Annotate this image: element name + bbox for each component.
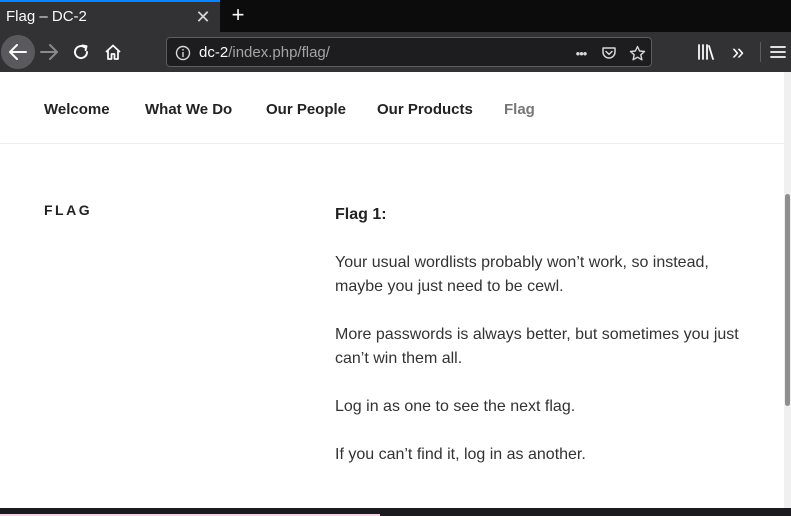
entry-content: Flag 1: Your usual wordlists probably wo…: [335, 203, 745, 491]
page-title: FLAG: [44, 202, 93, 218]
back-arrow-icon[interactable]: [1, 35, 35, 69]
home-icon[interactable]: [97, 36, 129, 68]
library-icon[interactable]: [690, 36, 722, 68]
reload-icon[interactable]: [65, 36, 97, 68]
bookmark-star-icon[interactable]: [627, 43, 647, 63]
entry-paragraph: More passwords is always better, but som…: [335, 326, 739, 367]
menu-item-flag[interactable]: Flag: [504, 101, 535, 118]
bottom-strip: [0, 508, 791, 516]
close-icon[interactable]: ✕: [193, 7, 213, 27]
flag-heading: Flag 1:: [335, 206, 387, 223]
entry-paragraph: If you can’t find it, log in as another.: [335, 446, 586, 463]
navigation-toolbar: dc-2/index.php/flag/ ••• »: [0, 32, 791, 72]
page-content: Welcome What We Do Our People Our Produc…: [0, 72, 784, 508]
scrollbar-thumb[interactable]: [785, 194, 790, 406]
menu-item-our-products[interactable]: Our Products: [377, 101, 473, 118]
tab-strip: Flag – DC-2 ✕ +: [0, 0, 791, 32]
url-host: dc-2: [199, 44, 229, 61]
page-actions-icon[interactable]: •••: [571, 43, 591, 63]
url-path: /index.php/flag/: [228, 44, 330, 61]
pocket-icon[interactable]: [599, 43, 619, 63]
url-bar[interactable]: dc-2/index.php/flag/ •••: [166, 37, 652, 67]
info-icon[interactable]: [173, 43, 193, 63]
new-tab-plus-icon[interactable]: +: [226, 4, 250, 28]
entry-paragraph: Your usual wordlists probably won’t work…: [335, 254, 709, 295]
entry-paragraph: Log in as one to see the next flag.: [335, 398, 576, 415]
site-navigation: Welcome What We Do Our People Our Produc…: [0, 72, 784, 144]
toolbar-separator: [760, 42, 761, 62]
overflow-chevron-icon[interactable]: »: [722, 36, 754, 68]
menu-item-welcome[interactable]: Welcome: [44, 101, 110, 118]
hamburger-menu-icon[interactable]: [762, 36, 791, 68]
forward-arrow-icon[interactable]: [33, 36, 65, 68]
browser-tab-active[interactable]: Flag – DC-2 ✕: [0, 0, 220, 32]
tab-title: Flag – DC-2: [6, 8, 87, 25]
url-text[interactable]: dc-2/index.php/flag/: [199, 44, 330, 61]
page-scrollbar[interactable]: [784, 72, 791, 508]
menu-item-what-we-do[interactable]: What We Do: [145, 101, 232, 118]
menu-item-our-people[interactable]: Our People: [266, 101, 346, 118]
